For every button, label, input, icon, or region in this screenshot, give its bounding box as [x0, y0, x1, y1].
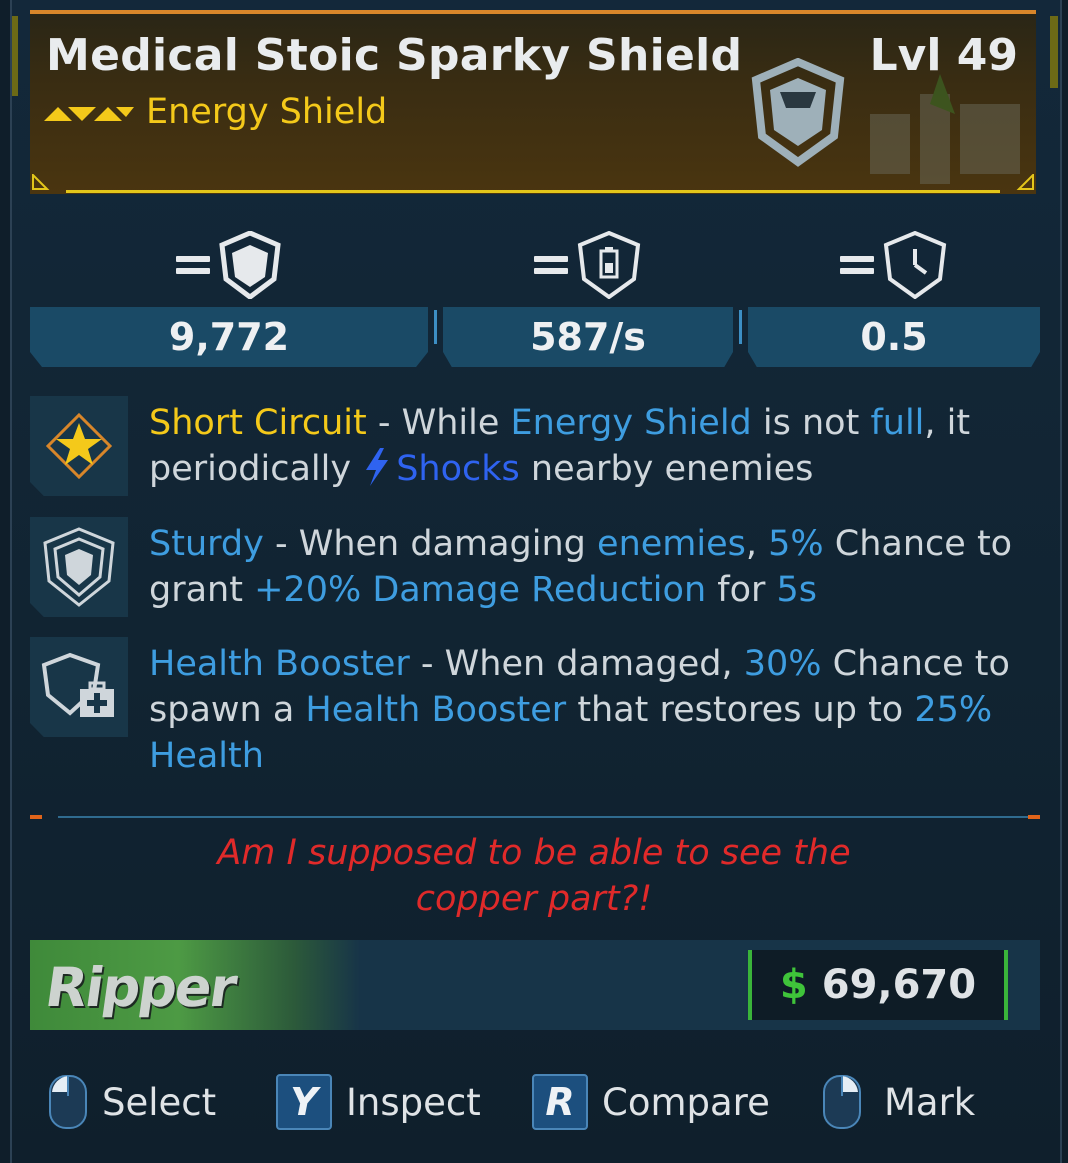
sturdy-shield-icon	[43, 527, 115, 607]
item-type: Energy Shield	[146, 92, 388, 132]
stat-divider	[434, 310, 437, 344]
health-booster-icon	[41, 652, 114, 717]
stat-divider	[739, 310, 742, 344]
mouse-left-icon	[49, 1075, 87, 1129]
corner-marker-right	[1016, 174, 1034, 190]
recharge-delay-icon	[883, 231, 947, 299]
manufacturer-bar: Ripper $ 69,670	[30, 940, 1040, 1030]
stat-value: 0.5	[860, 315, 928, 359]
perk-sturdy: Sturdy - When damaging enemies, 5% Chanc…	[30, 517, 1040, 617]
equal-icon	[176, 254, 210, 276]
recharge-rate-icon	[577, 231, 641, 299]
hint-label: Select	[102, 1080, 217, 1124]
card-edge-accent-left	[12, 16, 18, 96]
currency-icon: $	[779, 962, 808, 1008]
star-badge-icon	[46, 413, 112, 479]
item-type-row: Energy Shield	[44, 92, 387, 132]
perk-name: Health Booster	[149, 644, 410, 684]
price-box: $ 69,670	[748, 950, 1008, 1020]
perk-description: Sturdy - When damaging enemies, 5% Chanc…	[149, 524, 1013, 610]
triple-chevron-icon	[44, 101, 134, 123]
flavor-text: Am I supposed to be able to see the copp…	[217, 833, 851, 919]
stat-recharge-delay: 0.5	[748, 225, 1040, 367]
perk-description: Health Booster - When damaged, 30% Chanc…	[149, 644, 1010, 776]
select-hint[interactable]: Select	[48, 1072, 216, 1132]
mark-hint[interactable]: Mark	[822, 1072, 975, 1132]
stat-value: 9,772	[168, 315, 290, 359]
y-button-icon: Y	[276, 1074, 332, 1130]
perk-health-booster: Health Booster - When damaged, 30% Chanc…	[30, 637, 1040, 776]
corner-marker-left	[32, 174, 50, 190]
perk-description: Short Circuit - While Energy Shield is n…	[149, 403, 971, 489]
item-header: Medical Stoic Sparky Shield Lvl 49 Energ…	[30, 10, 1036, 194]
card-edge-accent-right	[1050, 16, 1058, 88]
r-button-icon: R	[532, 1074, 588, 1130]
item-name: Medical Stoic Sparky Shield	[46, 30, 743, 81]
section-divider	[58, 816, 1028, 818]
hint-label: Compare	[602, 1080, 770, 1124]
stat-recharge-rate: 587/s	[443, 225, 733, 367]
shield-icon	[751, 58, 845, 167]
header-underline	[66, 190, 1000, 193]
compare-hint[interactable]: R Compare	[532, 1072, 770, 1132]
inspect-hint[interactable]: Y Inspect	[276, 1072, 481, 1132]
hint-label: Inspect	[346, 1080, 481, 1124]
hint-label: Mark	[884, 1080, 976, 1124]
lightning-icon	[366, 448, 389, 486]
mouse-right-icon	[823, 1075, 861, 1129]
perk-name: Sturdy	[149, 524, 264, 564]
price-value: 69,670	[821, 962, 977, 1008]
equal-icon	[534, 254, 568, 276]
manufacturer-art-icon	[870, 74, 1020, 184]
manufacturer-logo: Ripper	[41, 956, 240, 1019]
shield-capacity-icon	[219, 231, 281, 299]
perk-name: Short Circuit	[149, 403, 367, 443]
stat-capacity: 9,772	[30, 225, 428, 367]
stat-value: 587/s	[530, 315, 646, 359]
equal-icon	[840, 254, 874, 276]
divider-tick-right	[1028, 815, 1040, 819]
divider-tick-left	[30, 815, 42, 819]
perk-short-circuit: Short Circuit - While Energy Shield is n…	[30, 396, 1040, 496]
